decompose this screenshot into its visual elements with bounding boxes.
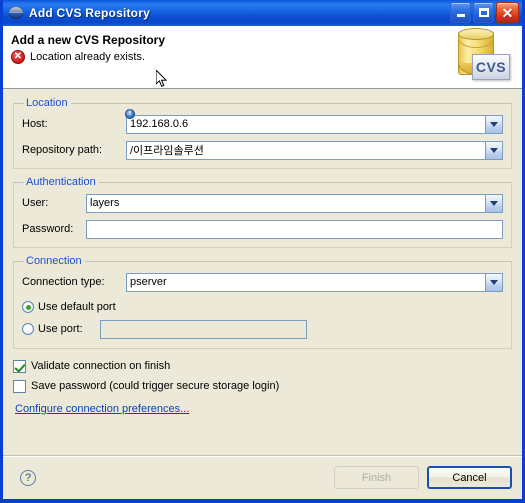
title-bar[interactable]: Add CVS Repository ✕ — [3, 0, 522, 26]
chevron-down-icon — [490, 279, 498, 285]
cvs-badge-label: CVS — [475, 59, 507, 75]
chevron-down-icon — [490, 200, 498, 206]
connection-type-label: Connection type: — [22, 276, 105, 288]
page-title: Add a new CVS Repository — [11, 33, 166, 47]
host-combo[interactable]: i — [125, 108, 503, 134]
authentication-group: Authentication User: Password: — [13, 176, 512, 248]
repository-path-dropdown-button[interactable] — [486, 140, 503, 160]
mouse-cursor — [156, 70, 168, 88]
finish-button[interactable]: Finish — [334, 466, 419, 489]
save-password-checkbox[interactable] — [13, 379, 26, 393]
validate-connection-label: Validate connection on finish — [31, 360, 171, 372]
connection-type-row: Connection type: — [22, 271, 503, 293]
password-input[interactable] — [86, 219, 503, 239]
chevron-down-icon — [490, 121, 498, 127]
status-message: Location already exists. — [30, 51, 145, 63]
window-title: Add CVS Repository — [29, 6, 150, 20]
help-icon[interactable]: ? — [20, 469, 36, 486]
host-input[interactable] — [126, 114, 486, 134]
user-dropdown-button[interactable] — [486, 193, 503, 213]
repository-path-label: Repository path: — [22, 144, 103, 156]
use-port-label: Use port: — [38, 323, 83, 335]
chevron-down-icon — [490, 147, 498, 153]
close-icon: ✕ — [501, 4, 514, 21]
repository-path-combo[interactable] — [126, 140, 503, 160]
host-row: Host: i — [22, 108, 503, 135]
connection-type-combo[interactable] — [126, 272, 503, 292]
error-icon: ✕ — [11, 50, 25, 64]
connection-group: Connection Connection type: Use default … — [13, 255, 512, 349]
minimize-icon — [456, 14, 465, 17]
window-buttons: ✕ — [450, 2, 519, 23]
add-cvs-repository-dialog: Add CVS Repository ✕ Add a new CVS Repos… — [0, 0, 525, 503]
connection-type-dropdown-button[interactable] — [486, 272, 503, 292]
use-port-row[interactable]: Use port: — [22, 319, 503, 339]
status-message-row: ✕ Location already exists. — [11, 50, 522, 64]
location-group: Location Host: i Repository path: — [13, 97, 512, 169]
cvs-badge: CVS — [472, 54, 510, 80]
eclipse-globe-icon — [8, 5, 24, 21]
info-icon: i — [125, 108, 135, 119]
dialog-header: Add a new CVS Repository ✕ Location alre… — [3, 26, 522, 89]
password-label: Password: — [22, 223, 74, 235]
port-input[interactable] — [100, 319, 307, 339]
repository-path-row: Repository path: — [22, 139, 503, 161]
location-legend: Location — [26, 97, 68, 109]
user-input[interactable] — [86, 193, 486, 213]
maximize-button[interactable] — [473, 2, 494, 23]
password-field-wrap[interactable] — [86, 219, 503, 239]
preferences-link-row: Configure connection preferences... — [13, 399, 512, 417]
user-label: User: — [22, 197, 49, 209]
maximize-icon — [478, 8, 489, 17]
validate-connection-checkbox[interactable] — [13, 359, 26, 373]
connection-legend: Connection — [26, 255, 82, 267]
save-password-row[interactable]: Save password (could trigger secure stor… — [13, 376, 512, 396]
cvs-database-icon: CVS — [452, 28, 512, 85]
host-dropdown-button[interactable] — [486, 114, 503, 134]
dialog-body: Location Host: i Repository path: — [3, 89, 522, 417]
configure-connection-preferences-link[interactable]: Configure connection preferences... — [15, 403, 189, 415]
use-default-port-row[interactable]: Use default port — [22, 297, 503, 317]
minimize-button[interactable] — [450, 2, 471, 23]
password-row: Password: — [22, 218, 503, 240]
use-default-port-radio[interactable] — [22, 301, 34, 313]
cancel-button[interactable]: Cancel — [427, 466, 512, 489]
repository-path-input[interactable] — [126, 140, 486, 160]
user-row: User: — [22, 192, 503, 214]
user-combo[interactable] — [86, 193, 503, 213]
close-button[interactable]: ✕ — [496, 2, 519, 23]
error-glyph: ✕ — [13, 51, 23, 62]
host-label: Host: — [22, 118, 48, 130]
use-default-port-label: Use default port — [38, 301, 116, 313]
use-port-radio[interactable] — [22, 323, 34, 335]
save-password-label: Save password (could trigger secure stor… — [31, 380, 280, 392]
authentication-legend: Authentication — [26, 176, 96, 188]
validate-connection-row[interactable]: Validate connection on finish — [13, 356, 512, 376]
dialog-footer: ? Finish Cancel — [3, 455, 522, 499]
connection-type-input[interactable] — [126, 272, 486, 292]
